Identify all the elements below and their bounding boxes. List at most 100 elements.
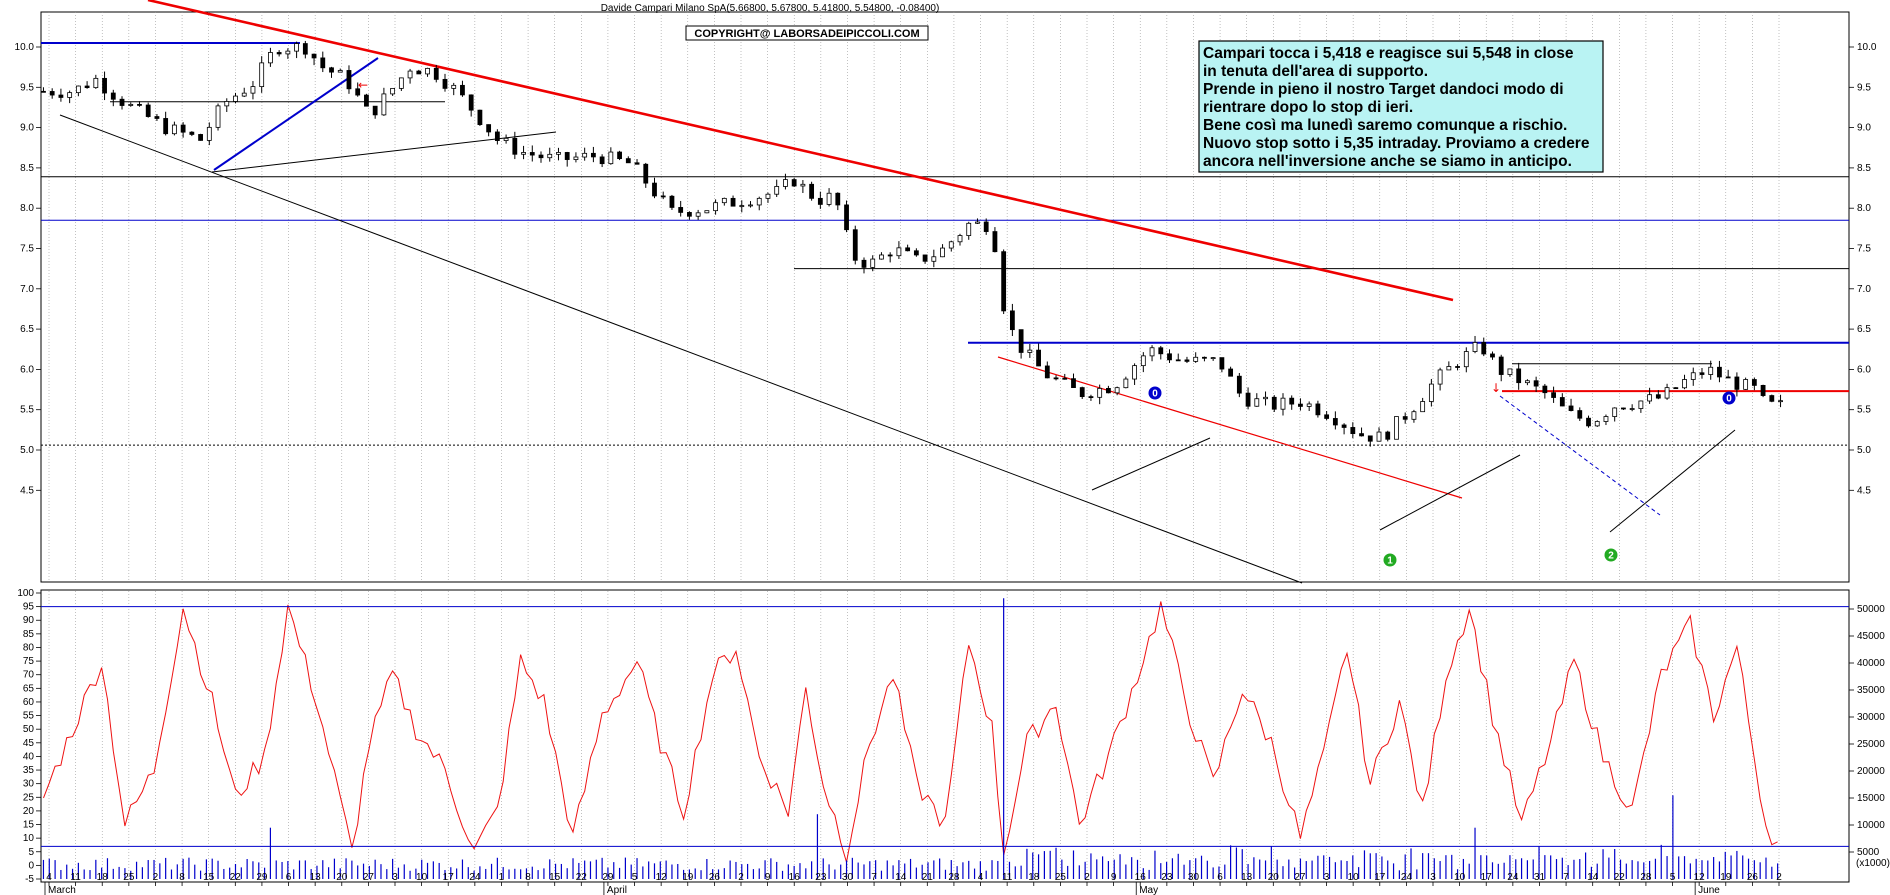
x-tick-label: 3 xyxy=(392,872,398,883)
x-tick-label: 13 xyxy=(310,872,322,883)
osc-tick-label: 95 xyxy=(23,602,35,613)
price-candle-body xyxy=(1228,368,1234,377)
price-candle-body xyxy=(1306,403,1312,407)
y-tick-label: 7.5 xyxy=(20,244,34,255)
osc-tick-label: 5 xyxy=(28,847,34,858)
price-candle-body xyxy=(1559,397,1565,407)
price-candle-body xyxy=(486,124,492,133)
price-candle-body xyxy=(1603,416,1609,422)
black-long-trendline xyxy=(59,114,1303,584)
price-candle-body xyxy=(1490,353,1495,358)
x-tick-label: 16 xyxy=(1135,872,1147,883)
price-candle-body xyxy=(163,118,169,135)
price-candle-body xyxy=(1542,385,1548,394)
price-candle-body xyxy=(1367,435,1373,442)
y-tick-label: 4.5 xyxy=(1857,485,1871,496)
price-candle-body xyxy=(826,192,832,205)
price-candle-body xyxy=(215,105,221,128)
price-candle-body xyxy=(1507,368,1513,375)
x-tick-label: 23 xyxy=(815,872,827,883)
price-candle-body xyxy=(1245,392,1251,407)
price-candle-body xyxy=(1097,388,1103,398)
osc-tick-label: 100 xyxy=(17,588,34,599)
price-candle-body xyxy=(1158,347,1164,355)
price-candle-body xyxy=(171,124,177,135)
month-label: April xyxy=(607,885,627,895)
osc-tick-label: 90 xyxy=(23,615,35,626)
wave-marker-label: 1 xyxy=(1387,556,1393,567)
price-candle-body xyxy=(652,182,657,197)
x-tick-label: 7 xyxy=(1563,872,1569,883)
x-tick-label: 11 xyxy=(1002,872,1013,883)
price-candle-body xyxy=(364,94,369,107)
price-candle-body xyxy=(198,134,203,141)
y-tick-label: 9.0 xyxy=(1857,123,1871,134)
price-candle-body xyxy=(1769,395,1775,402)
price-candle-body xyxy=(1411,411,1417,420)
price-candle-body xyxy=(1210,357,1216,360)
price-candle-body xyxy=(311,53,317,59)
x-tick-label: 11 xyxy=(70,872,81,883)
volume-tick-label: 30000 xyxy=(1857,712,1885,723)
price-candle-body xyxy=(1402,416,1408,420)
price-candle-body xyxy=(137,103,142,106)
x-tick-label: 23 xyxy=(1161,872,1173,883)
price-candle-body xyxy=(582,152,588,158)
price-candle-body xyxy=(879,254,884,260)
volume-tick-label: 40000 xyxy=(1857,658,1885,669)
x-tick-label: 6 xyxy=(1217,872,1223,883)
price-candle-body xyxy=(625,158,631,164)
red-arrow-down-icon: ↓ xyxy=(1491,381,1501,395)
price-candle-body xyxy=(1621,407,1626,410)
volume-tick-label: 10000 xyxy=(1857,820,1885,831)
price-candle-body xyxy=(416,70,422,75)
price-candle-body xyxy=(1175,359,1181,362)
osc-tick-label: 15 xyxy=(23,820,35,831)
price-candle-body xyxy=(503,137,509,141)
price-candle-body xyxy=(1079,387,1085,398)
price-candle-body xyxy=(1001,251,1007,312)
osc-tick-label: 85 xyxy=(23,629,35,640)
price-candle-body xyxy=(529,152,535,156)
x-tick-label: 2 xyxy=(153,872,159,883)
price-candle-body xyxy=(41,90,46,93)
price-candle-body xyxy=(983,221,989,232)
x-tick-label: 20 xyxy=(336,872,348,883)
price-candle-body xyxy=(407,70,413,79)
price-candle-body xyxy=(1516,368,1522,384)
osc-tick-label: 20 xyxy=(23,806,35,817)
price-candle-body xyxy=(320,57,326,69)
y-tick-label: 6.5 xyxy=(1857,324,1871,335)
x-tick-label: 27 xyxy=(1294,872,1306,883)
osc-tick-label: 70 xyxy=(23,670,35,681)
price-candle-body xyxy=(1481,342,1487,355)
volume-tick-label: 35000 xyxy=(1857,685,1885,696)
price-candle-body xyxy=(913,250,919,256)
price-candle-body xyxy=(765,193,771,199)
price-candle-body xyxy=(948,241,954,249)
price-candle-body xyxy=(58,94,64,98)
price-candle-body xyxy=(922,254,928,262)
price-candle-body xyxy=(1725,376,1731,379)
price-candle-body xyxy=(905,247,911,252)
price-candle-body xyxy=(494,131,500,141)
price-candle-body xyxy=(1071,378,1076,388)
price-candle-body xyxy=(1106,388,1111,394)
price-candle-body xyxy=(1193,356,1199,362)
price-candle-body xyxy=(346,70,352,90)
price-candle-body xyxy=(564,152,570,160)
price-candle-body xyxy=(1699,372,1705,375)
x-tick-label: 22 xyxy=(230,872,242,883)
price-candle-body xyxy=(1376,431,1382,442)
y-tick-label: 10.0 xyxy=(1857,42,1877,53)
x-tick-label: 6 xyxy=(286,872,292,883)
volume-tick-label: 5000 xyxy=(1857,847,1880,858)
y-tick-label: 10.0 xyxy=(15,42,35,53)
black-uptrend-feb xyxy=(1379,454,1521,531)
price-candle-body xyxy=(1184,359,1190,362)
month-label: May xyxy=(1139,885,1158,895)
price-candle-body xyxy=(870,258,876,268)
osc-tick-label: 25 xyxy=(23,792,35,803)
price-candle-body xyxy=(669,195,675,208)
price-candle-body xyxy=(206,126,212,141)
